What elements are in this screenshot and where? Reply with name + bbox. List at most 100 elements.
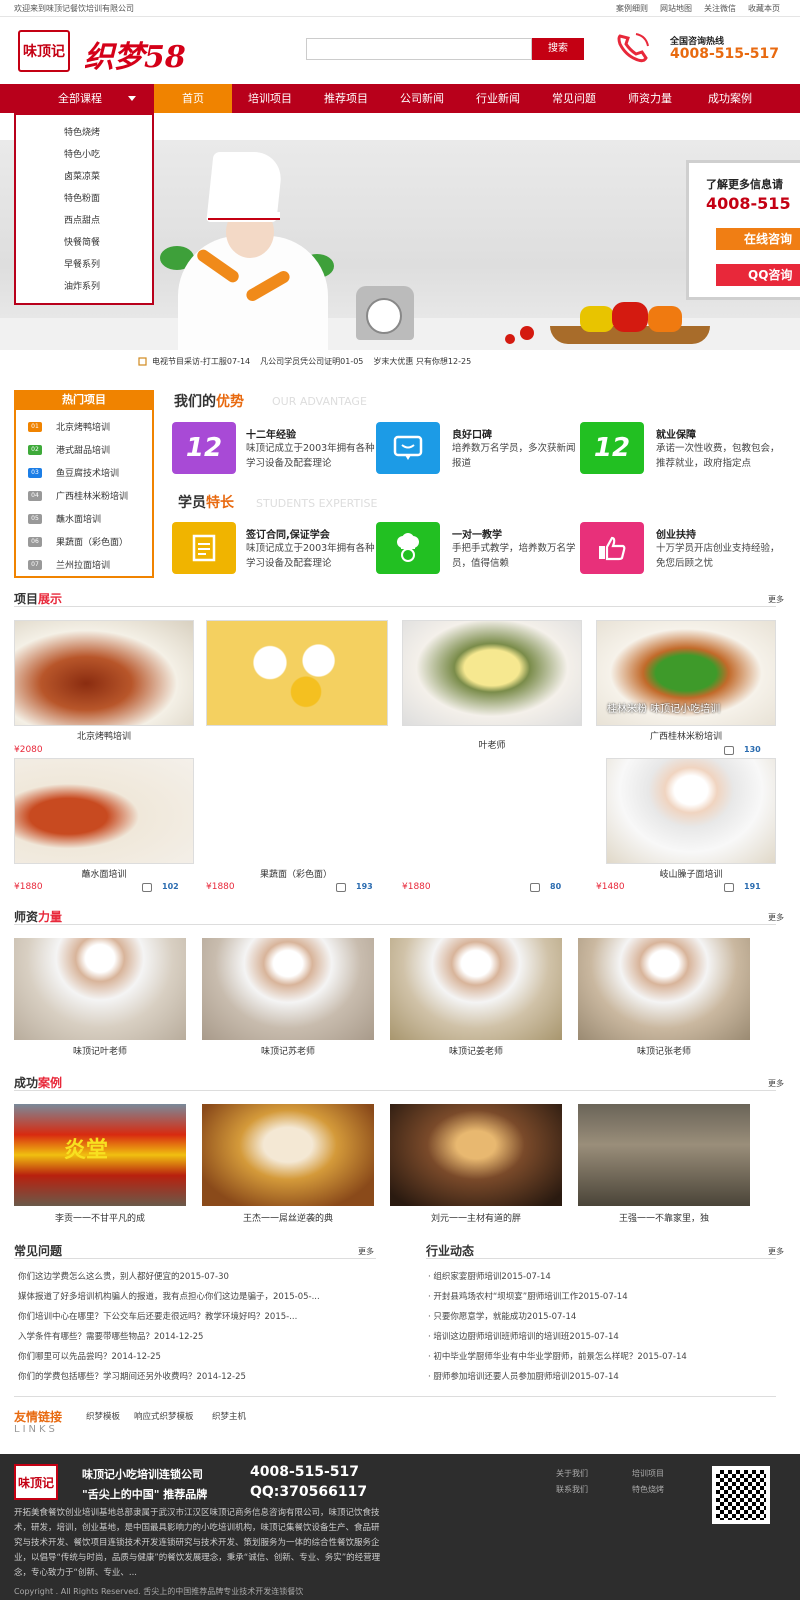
footer-company-name: 味顶记小吃培训连锁公司 [82,1468,203,1481]
project-card-image[interactable] [206,620,388,726]
nav-faq[interactable]: 常见问题 [536,84,612,113]
faq-item[interactable]: 你们这边学费怎么这么贵，别人都好便宜的2015-07-30 [18,1270,229,1282]
faq-item[interactable]: 媒体报道了好多培训机构骗人的报道，我有点担心你们这边是骗子，2015-05-..… [18,1290,320,1302]
nav-company-news[interactable]: 公司新闻 [384,84,460,113]
project-caption[interactable]: 叶老师 [402,738,582,751]
hot-item[interactable]: 01 北京烤鸭培训 [28,420,110,433]
project-card-image[interactable] [606,758,776,864]
case-caption[interactable]: 王强一一不靠家里，独 [578,1211,750,1224]
dropdown-item[interactable]: 油炸系列 [64,279,100,292]
project-price: ¥1480 [596,882,625,892]
case-photo[interactable] [202,1104,374,1206]
nav-teachers[interactable]: 师资力量 [612,84,688,113]
thumbs-up-icon[interactable] [530,883,540,892]
case-caption[interactable]: 李贡一一不甘平凡的成 [14,1211,186,1224]
nav-training[interactable]: 培训项目 [232,84,308,113]
dropdown-item[interactable]: 特色烧烤 [64,125,100,138]
thumbs-up-icon[interactable] [724,746,734,755]
qq-consult-button[interactable]: QQ咨询 [716,264,800,286]
dropdown-item[interactable]: 早餐系列 [64,257,100,270]
industry-item[interactable]: · 组织家宴厨师培训2015-07-14 [428,1270,551,1282]
search-input[interactable] [306,38,532,60]
top-link-rules[interactable]: 案例细则 [616,3,648,14]
faq-item[interactable]: 你们哪里可以先品尝吗？2014-12-25 [18,1350,161,1362]
teacher-name[interactable]: 味顶记苏老师 [202,1044,374,1057]
friend-link[interactable]: 织梦模板 [86,1410,120,1422]
hot-item[interactable]: 04 广西桂林米粉培训 [28,489,128,502]
project-caption[interactable]: 岐山臊子面培训 [606,867,776,880]
faq-item[interactable]: 你们的学费包括哪些？学习期间还另外收费吗？2014-12-25 [18,1370,246,1382]
nav-industry-news[interactable]: 行业新闻 [460,84,536,113]
footer-link[interactable]: 联系我们 [556,1484,588,1495]
faq-more-link[interactable]: 更多 [358,1246,374,1257]
qr-code [712,1466,770,1524]
cases-more-link[interactable]: 更多 [768,1078,784,1089]
faq-item[interactable]: 入学条件有哪些？需要带哪些物品？2014-12-25 [18,1330,203,1342]
logo[interactable]: 味顶记 [18,30,70,72]
teacher-photo[interactable] [14,938,186,1040]
online-consult-button[interactable]: 在线咨询 [716,228,800,250]
project-caption[interactable]: 北京烤鸭培训 [14,729,194,742]
case-photo[interactable] [578,1104,750,1206]
teacher-name[interactable]: 味顶记叶老师 [14,1044,186,1057]
industry-item[interactable]: · 厨师参加培训还要人员参加厨师培训2015-07-14 [428,1370,619,1382]
hot-item[interactable]: 05 蘸水面培训 [28,512,101,525]
case-caption[interactable]: 王杰一一屌丝逆袭的典 [202,1211,374,1224]
hot-item[interactable]: 02 港式甜品培训 [28,443,110,456]
friend-link[interactable]: 织梦主机 [212,1410,246,1422]
industry-item[interactable]: · 培训这边厨师培训班师培训的培训班2015-07-14 [428,1330,619,1342]
dropdown-item[interactable]: 西点甜点 [64,213,100,226]
faq-heading: 常见问题 [14,1244,63,1258]
teacher-photo[interactable] [202,938,374,1040]
expertise-title: 一对一教学 [452,530,502,541]
project-caption[interactable]: 蘸水面培训 [14,867,194,880]
friend-link[interactable]: 响应式织梦模板 [134,1410,194,1422]
industry-more-link[interactable]: 更多 [768,1246,784,1257]
project-card-image[interactable] [14,758,194,864]
teachers-more-link[interactable]: 更多 [768,912,784,923]
thumbs-up-icon[interactable] [142,883,152,892]
nav-cases[interactable]: 成功案例 [688,84,772,113]
top-link-bookmark[interactable]: 收藏本页 [748,3,780,14]
dropdown-item[interactable]: 快餐简餐 [64,235,100,248]
ticker-item[interactable]: 岁末大优惠 只有你想12-25 [373,356,471,367]
dropdown-item[interactable]: 卤菜凉菜 [64,169,100,182]
teacher-photo[interactable] [578,938,750,1040]
project-card-image[interactable]: 桂林米粉 味顶记小吃培训 [596,620,776,726]
project-caption[interactable]: 广西桂林米粉培训 [596,729,776,742]
industry-item[interactable]: · 只要你愿意学，就能成功2015-07-14 [428,1310,576,1322]
projects-more-link[interactable]: 更多 [768,594,784,605]
thumbs-up-icon[interactable] [724,883,734,892]
teacher-name[interactable]: 味顶记张老师 [578,1044,750,1057]
case-photo[interactable] [390,1104,562,1206]
hot-item[interactable]: 07 兰州拉面培训 [28,558,110,571]
project-card-image[interactable] [14,620,194,726]
teacher-name[interactable]: 味顶记姜老师 [390,1044,562,1057]
project-card-image[interactable] [402,620,582,726]
thumbs-up-icon[interactable] [336,883,346,892]
footer-link[interactable]: 培训项目 [632,1468,664,1479]
top-link-wechat[interactable]: 关注微信 [704,3,736,14]
project-caption[interactable]: 果蔬面（彩色面） [206,867,386,880]
courses-dropdown: 特色烧烤 特色小吃 卤菜凉菜 特色粉面 西点甜点 快餐简餐 早餐系列 油炸系列 [14,113,154,305]
faq-item[interactable]: 你们培训中心在哪里？下公交车后还要走很远吗？教学环境好吗？2015-... [18,1310,297,1322]
search-button[interactable]: 搜索 [532,38,584,60]
nav-recommended[interactable]: 推荐项目 [308,84,384,113]
shop-sign-text: 炎堂 [64,1138,109,1163]
dropdown-item[interactable]: 特色粉面 [64,191,100,204]
dropdown-item[interactable]: 特色小吃 [64,147,100,160]
ticker-item[interactable]: 电视节目采访-打工服07-14 [152,356,250,367]
case-caption[interactable]: 刘元一一主材有道的胖 [390,1211,562,1224]
nav-home[interactable]: 首页 [154,84,232,113]
footer-link[interactable]: 特色烧烤 [632,1484,664,1495]
industry-item[interactable]: · 开封县鸡场农村“坝坝宴”厨师培训工作2015-07-14 [428,1290,628,1302]
top-link-sitemap[interactable]: 网站地图 [660,3,692,14]
hot-item[interactable]: 06 果蔬面（彩色面） [28,535,128,548]
industry-item[interactable]: · 初中毕业学厨师华业有中华业学厨师，前景怎么样呢？2015-07-14 [428,1350,687,1362]
all-courses-menu[interactable]: 全部课程 [0,84,154,113]
footer-link[interactable]: 关于我们 [556,1468,588,1479]
hot-item[interactable]: 03 鱼豆腐技术培训 [28,466,119,479]
teacher-photo[interactable] [390,938,562,1040]
case-photo[interactable]: 炎堂 [14,1104,186,1206]
ticker-item[interactable]: 凡公司学员凭公司证明01-05 [260,356,363,367]
